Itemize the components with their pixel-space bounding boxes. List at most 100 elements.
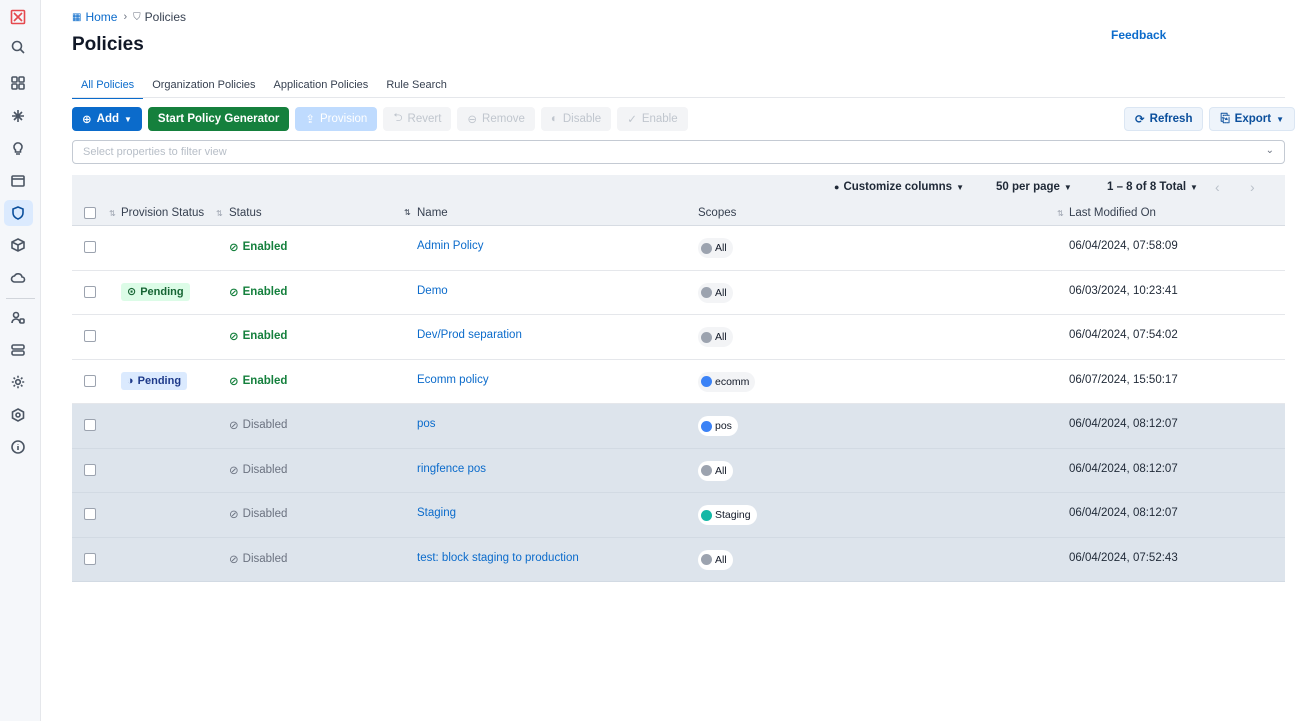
scope-chip[interactable]: All [698, 549, 733, 570]
filter-input[interactable]: Select properties to filter view ⌄ [72, 140, 1285, 164]
table-row[interactable]: ⊘ Disabled test: block staging to produc… [72, 537, 1285, 582]
scope-chip[interactable]: All [698, 327, 733, 347]
table-row[interactable]: ⊘ Disabled Staging Staging 06/04/2024, 0… [72, 493, 1285, 538]
policies-shield-icon[interactable] [8, 203, 28, 223]
column-name[interactable]: Name [417, 207, 448, 219]
search-icon[interactable] [8, 37, 28, 57]
policy-name-link[interactable]: Dev/Prod separation [417, 329, 522, 341]
column-status[interactable]: Status [229, 207, 262, 219]
pagination-range[interactable]: 1 – 8 of 8 Total ▼ [1107, 181, 1198, 193]
revert-button-label: Revert [407, 113, 442, 125]
policy-name-link[interactable]: test: block staging to production [417, 552, 579, 564]
column-provision-status[interactable]: Provision Status [121, 207, 204, 219]
policy-name-link[interactable]: Demo [417, 285, 448, 297]
policy-name-link[interactable]: Ecomm policy [417, 374, 489, 386]
scope-chip[interactable]: All [698, 460, 733, 481]
network-map-icon[interactable] [8, 106, 28, 126]
last-modified-cell: 06/07/2024, 15:50:17 [1069, 373, 1178, 386]
row-checkbox[interactable] [84, 285, 96, 298]
status-label: Enabled [242, 241, 288, 253]
revert-button[interactable]: ⮌ Revert [383, 107, 452, 131]
scope-label: All [715, 242, 727, 254]
table-row[interactable]: ⊘ Disabled pos pos 06/04/2024, 08:12:07 [72, 404, 1285, 449]
tab-rule-search[interactable]: Rule Search [377, 76, 456, 98]
row-checkbox[interactable] [84, 508, 96, 520]
row-checkbox[interactable] [84, 419, 96, 431]
troubleshooting-icon[interactable] [8, 405, 28, 425]
scope-chip[interactable]: ecomm [698, 371, 756, 392]
breadcrumb-home[interactable]: ▦ Home [72, 10, 117, 24]
row-checkbox[interactable] [84, 463, 96, 476]
scope-label: ecomm [715, 375, 750, 388]
status-label: Enabled [242, 330, 288, 342]
scope-chip[interactable]: All [698, 238, 733, 258]
feedback-link[interactable]: Feedback [1111, 28, 1166, 42]
refresh-button[interactable]: ⟳ Refresh [1124, 107, 1204, 131]
policy-name-link[interactable]: ringfence pos [417, 463, 486, 475]
prev-page-icon[interactable]: ‹ [1215, 179, 1220, 195]
info-icon[interactable] [8, 437, 28, 457]
next-page-icon[interactable]: › [1250, 179, 1255, 195]
column-scopes-label: Scopes [698, 207, 737, 219]
scope-chip[interactable]: pos [698, 416, 738, 436]
chevron-down-icon[interactable]: ⌄ [1266, 145, 1274, 156]
row-checkbox[interactable] [84, 330, 96, 342]
last-modified-cell: 06/04/2024, 07:58:09 [1069, 240, 1178, 252]
settings-gear-icon[interactable] [8, 372, 28, 392]
main-content: ▦ Home › ⛉ Policies Policies Feedback Al… [41, 0, 1307, 721]
disabled-circle-icon: ⊘ [229, 420, 239, 432]
start-policy-generator-button[interactable]: Start Policy Generator [147, 107, 290, 131]
insights-bulb-icon[interactable] [8, 138, 28, 158]
sort-icon[interactable]: ⇅ [1057, 209, 1064, 218]
sort-ascending-icon[interactable]: ⇅ [404, 208, 411, 217]
table-row[interactable]: ⊘ Enabled Dev/Prod separation All 06/04/… [72, 315, 1285, 360]
per-page-select[interactable]: 50 per page ▼ [996, 181, 1072, 193]
users-access-icon[interactable] [8, 308, 28, 328]
policy-tabs: All Policies Organization Policies Appli… [72, 76, 456, 99]
app-logo-icon[interactable] [8, 7, 28, 27]
chevron-down-icon: ▼ [1190, 182, 1198, 192]
column-last-modified[interactable]: Last Modified On [1069, 207, 1156, 219]
disabled-circle-icon: ⊘ [229, 464, 239, 477]
column-scopes[interactable]: Scopes [698, 207, 736, 219]
table-row[interactable]: ⊘ Enabled Admin Policy All 06/04/2024, 0… [72, 226, 1285, 271]
table-row[interactable]: ⊙ Pending ⊘ Enabled Demo All 06/03/2024,… [72, 271, 1285, 315]
disabled-circle-icon: ⊘ [229, 553, 239, 566]
remove-button[interactable]: ⊖ Remove [457, 107, 535, 131]
check-icon: ✓ [627, 114, 637, 126]
export-file-icon: ⎘ [1220, 112, 1230, 125]
table-row[interactable]: ◑ Pending ⊘ Enabled Ecomm policy ecomm 0… [72, 360, 1285, 404]
row-checkbox[interactable] [84, 552, 96, 565]
add-button[interactable]: ⊕ Add ▼ [72, 107, 142, 131]
policy-name-link[interactable]: Admin Policy [417, 240, 483, 252]
all-scope-icon [701, 554, 712, 565]
tab-all-policies[interactable]: All Policies [72, 76, 144, 99]
scope-chip[interactable]: All [698, 282, 733, 303]
customize-columns-button[interactable]: ● Customize columns ▼ [834, 181, 964, 193]
chevron-down-icon: ▼ [956, 182, 964, 192]
cloud-icon[interactable] [8, 268, 28, 288]
row-checkbox[interactable] [84, 374, 96, 387]
sort-icon[interactable]: ⇅ [109, 209, 116, 218]
export-button[interactable]: ⎘ Export ▼ [1209, 107, 1296, 131]
infrastructure-server-icon[interactable] [8, 340, 28, 360]
policy-name-link[interactable]: Staging [417, 507, 456, 519]
table-row[interactable]: ⊘ Disabled ringfence pos All 06/04/2024,… [72, 448, 1285, 493]
provision-button[interactable]: ⇪ Provision [295, 107, 378, 131]
sort-icon[interactable]: ⇅ [216, 209, 223, 218]
select-all-checkbox[interactable] [84, 207, 96, 219]
tab-application-policies[interactable]: Application Policies [265, 76, 378, 98]
workloads-cube-icon[interactable] [8, 235, 28, 255]
scope-chip[interactable]: Staging [698, 505, 757, 525]
policy-name-link[interactable]: pos [417, 418, 436, 430]
inventory-box-icon[interactable] [8, 171, 28, 191]
disable-button[interactable]: ◐ Disable [540, 107, 612, 131]
tab-organization-policies[interactable]: Organization Policies [143, 76, 264, 98]
scope-label: All [715, 331, 727, 343]
column-name-label: Name [417, 207, 448, 219]
enable-button[interactable]: ✓ Enable [617, 107, 688, 131]
column-provision-status-label: Provision Status [121, 207, 205, 219]
chevron-down-icon: ▼ [124, 114, 132, 124]
dashboard-icon[interactable] [8, 73, 28, 93]
row-checkbox[interactable] [84, 241, 96, 253]
